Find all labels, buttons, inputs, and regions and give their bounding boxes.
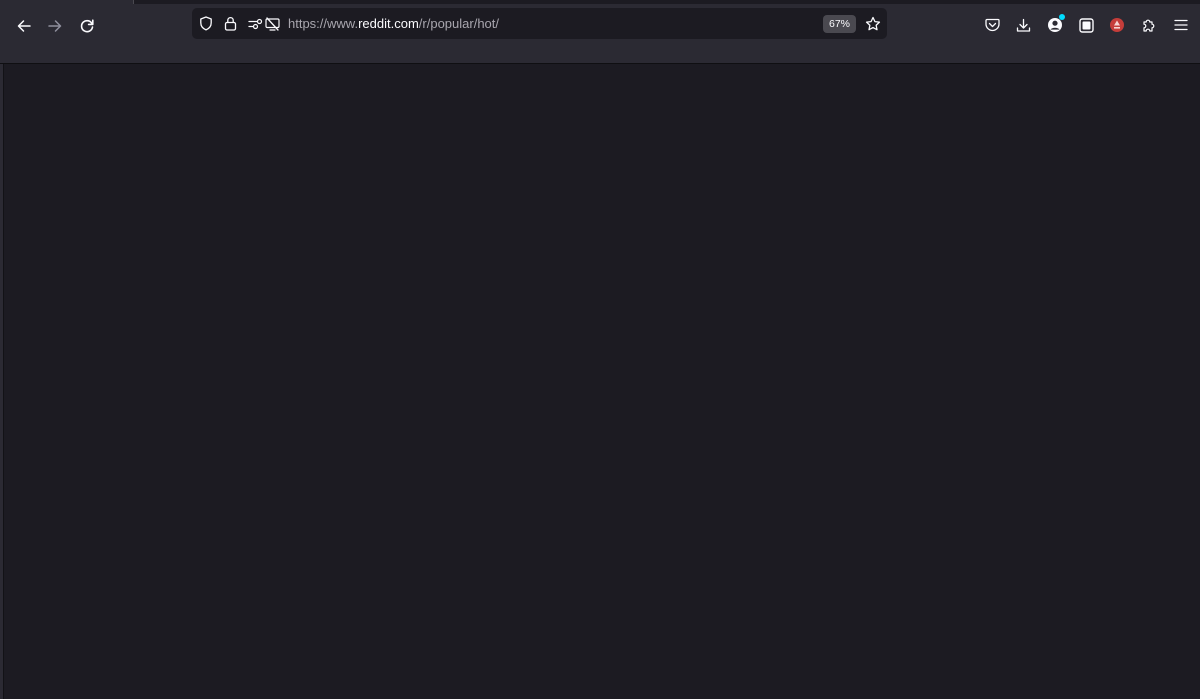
reload-button[interactable] xyxy=(73,12,101,40)
account-notification-badge xyxy=(1059,14,1065,20)
zoom-reset-button[interactable]: 67% xyxy=(823,15,856,33)
download-icon xyxy=(1016,18,1030,32)
pocket-button[interactable] xyxy=(981,13,1003,37)
downloads-button[interactable] xyxy=(1012,13,1034,37)
hamburger-menu-icon xyxy=(1174,19,1188,31)
url-host: reddit.com xyxy=(358,16,419,31)
tracking-protection-button[interactable] xyxy=(198,8,214,39)
url-text[interactable]: https://www.reddit.com/r/popular/hot/ xyxy=(288,8,499,39)
forward-arrow-icon xyxy=(48,20,62,32)
permissions-button[interactable] xyxy=(247,8,263,39)
site-security-button[interactable] xyxy=(222,8,238,39)
page-content[interactable] xyxy=(0,64,1200,699)
browser-window: https://www.reddit.com/r/popular/hot/ 67… xyxy=(0,0,1200,699)
bookmark-button[interactable] xyxy=(862,8,884,39)
forward-button[interactable] xyxy=(41,12,69,40)
screen-share-blocked-button[interactable] xyxy=(264,8,280,39)
address-bar[interactable]: https://www.reddit.com/r/popular/hot/ 67… xyxy=(192,8,887,39)
url-prefix: https://www. xyxy=(288,16,359,31)
extension-red-icon xyxy=(1110,18,1124,32)
extensions-button[interactable] xyxy=(1138,13,1160,37)
extension-button[interactable] xyxy=(1106,13,1128,37)
shield-icon xyxy=(200,16,212,31)
puzzle-icon xyxy=(1143,19,1155,32)
app-menu-button[interactable] xyxy=(1170,13,1192,37)
back-arrow-icon xyxy=(17,20,31,32)
lock-icon xyxy=(224,17,236,31)
sidebar-edge xyxy=(0,64,4,699)
reload-icon xyxy=(80,19,94,33)
screen-share-blocked-icon xyxy=(264,16,280,31)
star-icon xyxy=(865,16,881,30)
permissions-icon xyxy=(247,18,262,29)
container-icon xyxy=(1078,17,1094,33)
account-button[interactable] xyxy=(1044,13,1066,37)
url-path: /r/popular/hot/ xyxy=(418,16,499,31)
container-button[interactable] xyxy=(1075,13,1097,37)
navigation-toolbar: https://www.reddit.com/r/popular/hot/ 67… xyxy=(0,4,1200,64)
back-button[interactable] xyxy=(10,12,38,40)
pocket-icon xyxy=(984,18,1000,32)
